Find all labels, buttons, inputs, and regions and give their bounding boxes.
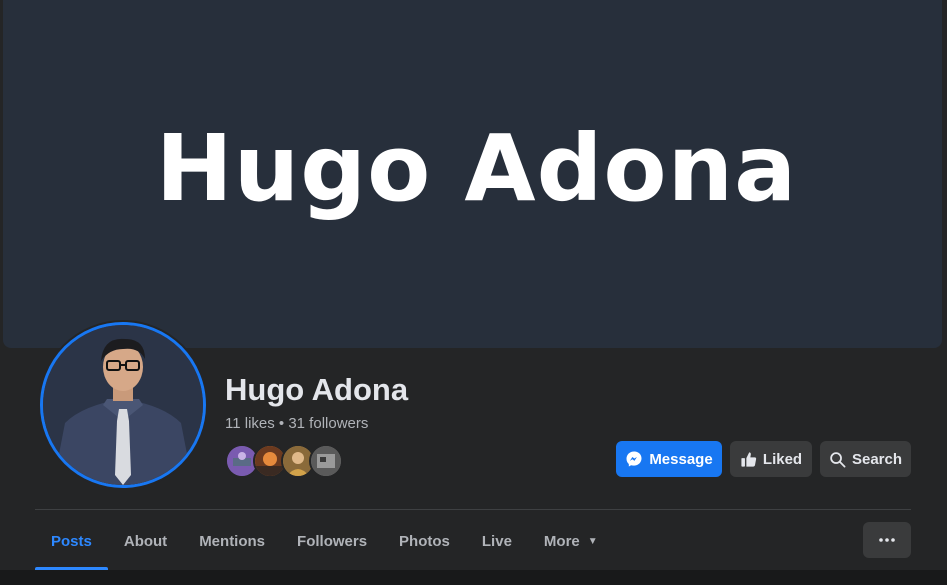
tab-followers[interactable]: Followers bbox=[281, 512, 383, 570]
tab-live[interactable]: Live bbox=[466, 512, 528, 570]
caret-down-icon: ▼ bbox=[587, 535, 598, 547]
cover-title: Hugo Adona bbox=[155, 114, 798, 222]
liked-button-label: Liked bbox=[762, 450, 803, 468]
tab-more[interactable]: More ▼ bbox=[528, 512, 614, 570]
follower-avatar[interactable] bbox=[309, 444, 343, 478]
thumbs-up-icon bbox=[740, 451, 757, 468]
more-options-button[interactable] bbox=[863, 522, 911, 558]
likes-followers-count[interactable]: 11 likes • 31 followers bbox=[225, 415, 368, 432]
messenger-icon bbox=[625, 450, 643, 468]
page-tabs: Posts About Mentions Followers Photos Li… bbox=[35, 512, 614, 570]
tab-mentions[interactable]: Mentions bbox=[183, 512, 281, 570]
search-button[interactable]: Search bbox=[820, 441, 911, 477]
facebook-page-header: Hugo Adona Hugo Adona 11 likes • 31 foll… bbox=[0, 0, 947, 585]
message-button-label: Message bbox=[649, 450, 713, 468]
more-horizontal-icon bbox=[879, 538, 895, 542]
header-divider bbox=[35, 509, 911, 510]
profile-picture[interactable] bbox=[40, 322, 206, 488]
search-icon bbox=[829, 451, 846, 468]
profile-photo-image bbox=[43, 325, 203, 485]
liked-button[interactable]: Liked bbox=[730, 441, 812, 477]
message-button[interactable]: Message bbox=[616, 441, 722, 477]
tab-photos-label: Photos bbox=[399, 532, 450, 550]
tab-about-label: About bbox=[123, 532, 168, 550]
page-title: Hugo Adona bbox=[225, 372, 409, 407]
cover-photo[interactable]: Hugo Adona bbox=[3, 0, 942, 348]
tab-live-label: Live bbox=[481, 532, 512, 550]
tab-posts[interactable]: Posts bbox=[35, 512, 108, 570]
search-button-label: Search bbox=[851, 450, 903, 468]
feed-background bbox=[0, 570, 947, 585]
tab-posts-label: Posts bbox=[51, 532, 92, 550]
tab-followers-label: Followers bbox=[297, 532, 368, 550]
tab-photos[interactable]: Photos bbox=[383, 512, 466, 570]
tab-more-label: More bbox=[543, 532, 580, 550]
tab-mentions-label: Mentions bbox=[199, 532, 266, 550]
follower-avatars[interactable] bbox=[225, 444, 345, 478]
tab-about[interactable]: About bbox=[108, 512, 183, 570]
